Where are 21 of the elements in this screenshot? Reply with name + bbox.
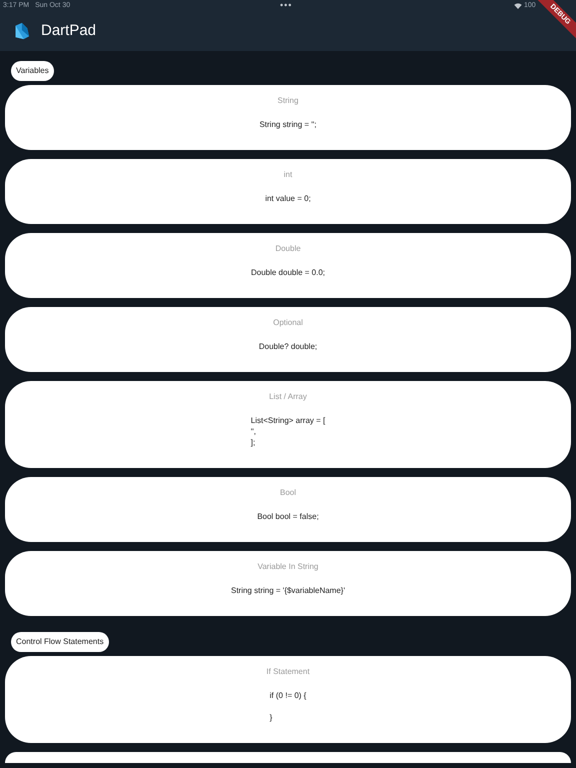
app-title: DartPad: [41, 21, 96, 41]
code-text: List<String> array = [ '', ];: [250, 415, 326, 448]
multitasking-dots[interactable]: •••: [280, 0, 292, 12]
card-title: int: [284, 170, 292, 180]
card-title: Double: [275, 244, 301, 254]
code-text: Double double = 0.0;: [250, 267, 326, 278]
card-title: Bool: [280, 488, 296, 498]
code-text: String string = '{$variableName}': [230, 585, 345, 596]
section-chip: Variables: [11, 61, 54, 81]
card-title: List / Array: [269, 392, 307, 402]
wifi-icon: [514, 3, 522, 9]
code-text: if (0 != 0) { }: [270, 690, 306, 723]
section-chip: Control Flow Statements: [11, 632, 109, 652]
code-text: Bool bool = false;: [257, 511, 319, 522]
code-text: int value = 0;: [265, 193, 311, 204]
code-text: Double? double;: [258, 341, 318, 352]
card-title: Optional: [273, 318, 303, 328]
code-text: String string = '';: [259, 119, 317, 130]
card-title: Variable In String: [258, 562, 318, 572]
card-title: String: [278, 96, 298, 106]
card-title: If Statement: [266, 667, 310, 677]
